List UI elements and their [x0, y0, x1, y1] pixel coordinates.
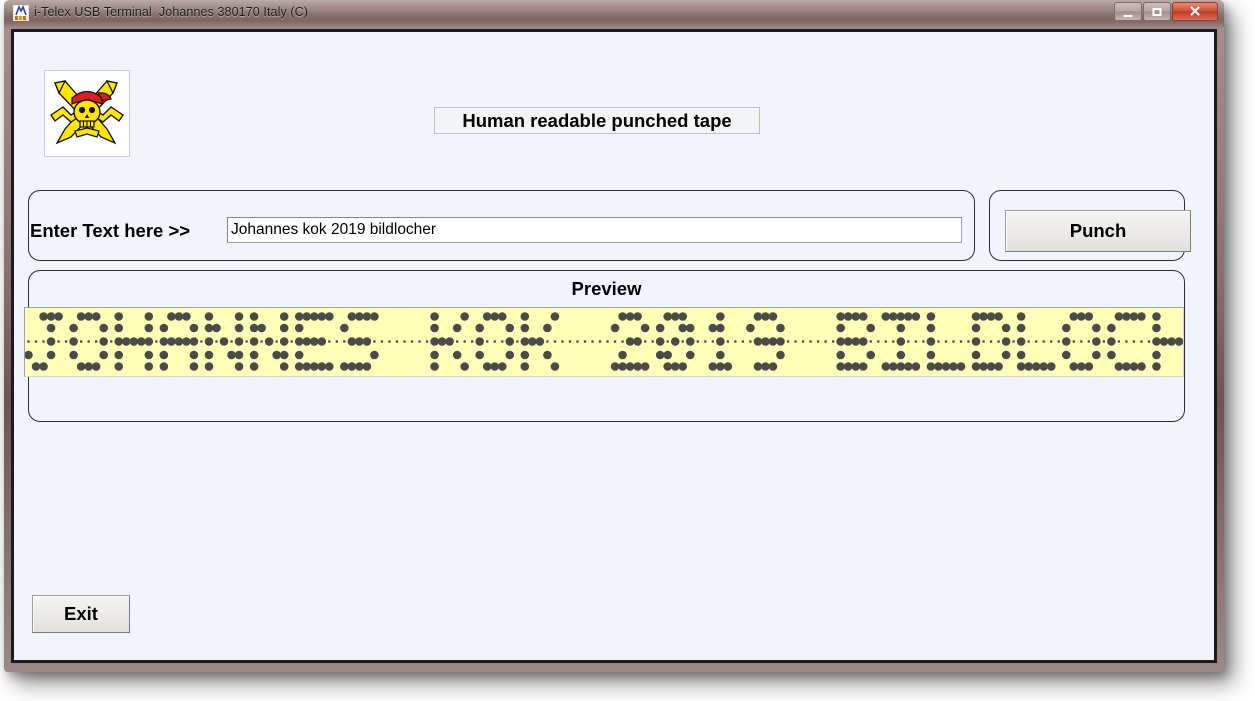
- text-to-punch-input[interactable]: [227, 217, 962, 243]
- preview-label: Preview: [571, 278, 642, 299]
- enter-text-label: Enter Text here >>: [30, 220, 191, 241]
- minimize-button[interactable]: [1114, 2, 1142, 21]
- window-title: i-Telex USB Terminal Johannes 380170 Ita…: [34, 5, 309, 19]
- maximize-icon: [1152, 7, 1162, 16]
- client-area: Human readable punched tape Enter Text h…: [14, 32, 1214, 660]
- minimize-icon: [1123, 14, 1133, 17]
- application-window: E S i-Telex USB Terminal Johannes 380170…: [4, 0, 1224, 672]
- punched-tape-preview: [24, 307, 1184, 377]
- window-controls: ✕: [1114, 2, 1218, 21]
- close-button[interactable]: ✕: [1172, 2, 1218, 21]
- exit-button[interactable]: Exit: [32, 595, 130, 633]
- page-title: Human readable punched tape: [434, 107, 760, 134]
- telex-skull-logo: [44, 70, 130, 157]
- telex-app-icon: E S: [13, 5, 29, 22]
- punch-button[interactable]: Punch: [1005, 210, 1191, 252]
- punched-tape-canvas: [25, 312, 1183, 371]
- title-bar[interactable]: E S i-Telex USB Terminal Johannes 380170…: [4, 0, 1224, 29]
- client-frame: Human readable punched tape Enter Text h…: [11, 29, 1217, 663]
- close-icon: ✕: [1188, 3, 1202, 20]
- maximize-button[interactable]: [1143, 2, 1171, 21]
- screen-root: E S i-Telex USB Terminal Johannes 380170…: [0, 0, 1255, 701]
